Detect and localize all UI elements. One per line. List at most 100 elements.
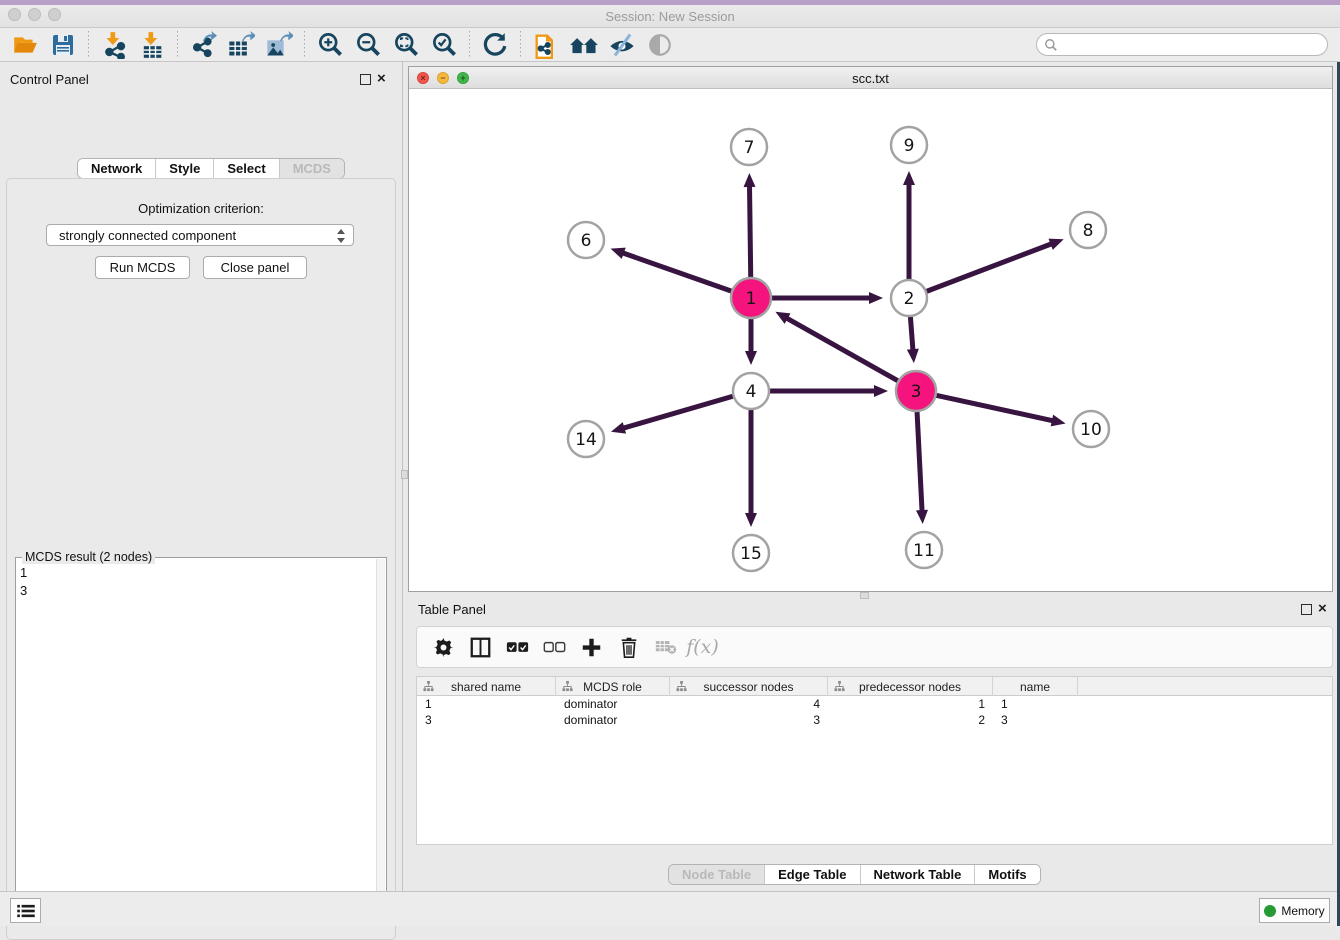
apply-layout-button[interactable] xyxy=(476,30,514,60)
tab-network[interactable]: Network xyxy=(78,159,155,178)
column-type-icon xyxy=(834,681,845,692)
tab-select[interactable]: Select xyxy=(213,159,278,178)
column-type-icon xyxy=(423,681,434,692)
close-panel-button[interactable]: Close panel xyxy=(203,256,307,279)
delete-column-button[interactable] xyxy=(610,630,647,664)
mcds-result-text[interactable]: 1 3 xyxy=(20,564,27,600)
cell-successor-nodes[interactable]: 4 xyxy=(670,696,828,712)
network-canvas[interactable]: 7968124314101511 xyxy=(409,89,1332,591)
tab-node-table[interactable]: Node Table xyxy=(669,865,764,884)
splitter-grip[interactable] xyxy=(860,592,869,599)
cell-mcds-role[interactable]: dominator xyxy=(556,696,670,712)
import-network-button[interactable] xyxy=(95,30,133,60)
cell-mcds-role[interactable]: dominator xyxy=(556,712,670,728)
memory-button[interactable]: Memory xyxy=(1259,898,1330,923)
cell-predecessor-nodes[interactable]: 1 xyxy=(828,696,993,712)
graph-node-label: 6 xyxy=(581,231,592,251)
export-table-button[interactable] xyxy=(222,30,260,60)
tab-mcds[interactable]: MCDS xyxy=(279,159,344,178)
control-panel-tabs: Network Style Select MCDS xyxy=(77,158,345,179)
edge-arrow-icon xyxy=(745,513,757,527)
mcds-result-box: MCDS result (2 nodes) 1 3 xyxy=(15,557,387,925)
column-header-shared-name[interactable]: shared name xyxy=(417,677,556,696)
graph-node-label: 10 xyxy=(1080,420,1102,440)
result-line: 1 xyxy=(20,564,27,582)
cell-name[interactable]: 1 xyxy=(993,696,1078,712)
zoom-fit-button[interactable] xyxy=(387,30,425,60)
close-panel-icon[interactable]: × xyxy=(377,73,386,84)
edge-arrow-icon xyxy=(907,349,919,363)
edge-4-14[interactable] xyxy=(622,396,734,429)
column-header-name[interactable]: name xyxy=(993,677,1078,696)
cell-predecessor-nodes[interactable]: 2 xyxy=(828,712,993,728)
export-network-button[interactable] xyxy=(184,30,222,60)
table-settings-button[interactable] xyxy=(425,630,462,664)
table-row[interactable]: 3 dominator 3 2 3 xyxy=(417,712,1332,728)
fx-icon: f(x) xyxy=(686,636,719,658)
splitter-grip[interactable] xyxy=(401,470,408,479)
graph-node-label: 2 xyxy=(904,289,915,309)
split-panel-icon xyxy=(470,637,491,658)
edge-arrow-icon xyxy=(611,248,626,259)
hide-selected-button[interactable] xyxy=(603,30,641,60)
table-row[interactable]: 1 dominator 4 1 1 xyxy=(417,696,1332,712)
save-floppy-icon xyxy=(51,33,75,57)
column-header-successor-nodes[interactable]: successor nodes xyxy=(670,677,828,696)
run-mcds-button[interactable]: Run MCDS xyxy=(95,256,190,279)
search-box[interactable] xyxy=(1036,33,1328,56)
search-input[interactable] xyxy=(1058,38,1327,52)
float-panel-icon[interactable] xyxy=(360,74,371,85)
deselect-all-columns-button[interactable] xyxy=(536,630,573,664)
create-column-button[interactable] xyxy=(573,630,610,664)
edge-arrow-icon xyxy=(745,351,757,365)
select-all-columns-button[interactable] xyxy=(499,630,536,664)
tab-style[interactable]: Style xyxy=(155,159,213,178)
network-window-titlebar[interactable]: × − + scc.txt xyxy=(409,67,1332,89)
cell-shared-name[interactable]: 1 xyxy=(417,696,556,712)
edge-arrow-icon xyxy=(611,422,626,434)
first-neighbors-button[interactable] xyxy=(565,30,603,60)
float-panel-icon[interactable] xyxy=(1301,604,1312,615)
import-table-button[interactable] xyxy=(133,30,171,60)
clone-network-icon xyxy=(532,31,560,59)
cell-successor-nodes[interactable]: 3 xyxy=(670,712,828,728)
result-line: 3 xyxy=(20,582,27,600)
column-header-mcds-role[interactable]: MCDS role xyxy=(556,677,670,696)
export-image-icon xyxy=(265,31,293,59)
edge-1-7[interactable] xyxy=(749,184,750,278)
tab-network-table[interactable]: Network Table xyxy=(860,865,975,884)
zoom-in-button[interactable] xyxy=(311,30,349,60)
tab-edge-table[interactable]: Edge Table xyxy=(764,865,859,884)
criterion-value: strongly connected component xyxy=(59,228,236,243)
result-scrollbar[interactable] xyxy=(376,559,385,923)
open-session-button[interactable] xyxy=(6,30,44,60)
delete-table-button[interactable] xyxy=(647,630,684,664)
edge-3-11[interactable] xyxy=(917,411,922,513)
save-session-button[interactable] xyxy=(44,30,82,60)
zoom-selected-button[interactable] xyxy=(425,30,463,60)
toolbar-separator xyxy=(520,31,521,59)
zoom-out-button[interactable] xyxy=(349,30,387,60)
task-history-button[interactable] xyxy=(10,898,41,923)
trash-icon xyxy=(619,637,639,658)
column-header-predecessor-nodes[interactable]: predecessor nodes xyxy=(828,677,993,696)
criterion-select[interactable]: strongly connected component xyxy=(46,224,354,246)
edge-arrow-icon xyxy=(874,385,888,397)
edge-2-3[interactable] xyxy=(910,316,913,352)
cell-name[interactable]: 3 xyxy=(993,712,1078,728)
edge-3-1[interactable] xyxy=(785,317,899,381)
node-table[interactable]: shared name MCDS role successor nodes xyxy=(416,676,1333,845)
edge-3-10[interactable] xyxy=(936,395,1055,421)
clone-network-button[interactable] xyxy=(527,30,565,60)
show-column-panel-button[interactable] xyxy=(462,630,499,664)
cell-shared-name[interactable]: 3 xyxy=(417,712,556,728)
close-panel-icon[interactable]: × xyxy=(1318,603,1327,614)
function-builder-button[interactable]: f(x) xyxy=(684,630,721,664)
show-all-button[interactable] xyxy=(641,30,679,60)
export-image-button[interactable] xyxy=(260,30,298,60)
app-titlebar: Session: New Session xyxy=(0,0,1340,28)
edge-1-6[interactable] xyxy=(621,252,732,291)
tab-motifs[interactable]: Motifs xyxy=(974,865,1039,884)
edge-2-8[interactable] xyxy=(926,243,1054,291)
control-panel: Control Panel × Network Style Select MCD… xyxy=(0,62,403,891)
